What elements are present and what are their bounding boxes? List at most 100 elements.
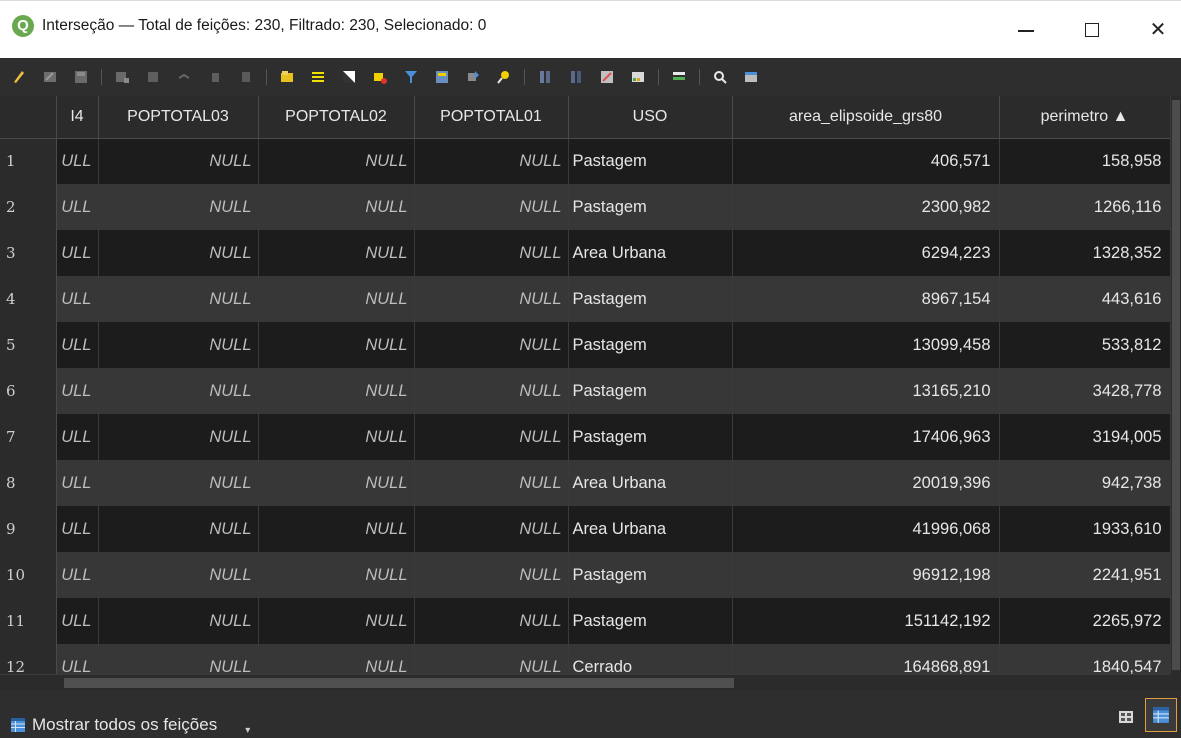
table-cell-uso[interactable]: Pastagem — [568, 552, 733, 598]
column-header[interactable]: POPTOTAL01 — [414, 96, 569, 139]
table-cell-perimetro[interactable]: 1840,547 — [999, 644, 1170, 674]
table-cell[interactable]: NULL — [98, 322, 259, 368]
table-cell-uso[interactable]: Pastagem — [568, 368, 733, 414]
table-cell[interactable]: NULL — [98, 230, 259, 276]
table-cell[interactable]: NULL — [258, 460, 415, 506]
table-cell[interactable]: NULL — [414, 138, 569, 184]
table-cell-uso[interactable]: Pastagem — [568, 598, 733, 644]
dock-table-icon[interactable] — [740, 66, 762, 88]
table-cell-area[interactable]: 41996,068 — [732, 506, 1000, 552]
select-all-icon[interactable] — [307, 66, 329, 88]
table-cell-uso[interactable]: Area Urbana — [568, 460, 733, 506]
table-cell[interactable]: NULL — [98, 368, 259, 414]
invert-selection-icon[interactable] — [338, 66, 360, 88]
delete-field-icon[interactable] — [565, 66, 587, 88]
table-cell-perimetro[interactable]: 2265,972 — [999, 598, 1170, 644]
table-cell[interactable]: NULL — [258, 506, 415, 552]
table-cell[interactable]: NULL — [414, 368, 569, 414]
delete-feature-icon[interactable] — [204, 66, 226, 88]
table-row[interactable]: 11 ULL NULL NULL NULL Pastagem 151142,192 2265,… — [0, 598, 1170, 644]
table-cell-uso[interactable]: Pastagem — [568, 184, 733, 230]
field-calculator-icon[interactable] — [596, 66, 618, 88]
deselect-all-icon[interactable] — [369, 66, 391, 88]
table-cell[interactable]: NULL — [414, 460, 569, 506]
table-cell[interactable]: ULL — [56, 138, 99, 184]
conditional-formatting-icon[interactable] — [627, 66, 649, 88]
table-cell[interactable]: NULL — [258, 138, 415, 184]
table-cell[interactable]: NULL — [98, 414, 259, 460]
row-number[interactable]: 7 — [0, 414, 57, 460]
table-cell[interactable]: ULL — [56, 414, 99, 460]
table-cell[interactable]: ULL — [56, 368, 99, 414]
table-cell[interactable]: NULL — [258, 368, 415, 414]
table-row[interactable]: 4 ULL NULL NULL NULL Pastagem 8967,154 443,616 — [0, 276, 1170, 322]
column-header[interactable]: area_elipsoide_grs80 — [732, 96, 1000, 139]
table-cell-area[interactable]: 151142,192 — [732, 598, 1000, 644]
pan-to-selection-icon[interactable] — [462, 66, 484, 88]
expression-select-icon[interactable] — [276, 66, 298, 88]
row-number[interactable]: 10 — [0, 552, 57, 598]
table-cell-area[interactable]: 13165,210 — [732, 368, 1000, 414]
table-cell[interactable]: NULL — [98, 552, 259, 598]
pencil-icon[interactable] — [8, 66, 30, 88]
table-cell[interactable]: NULL — [98, 184, 259, 230]
new-field-icon[interactable] — [534, 66, 556, 88]
table-cell[interactable]: ULL — [56, 322, 99, 368]
table-cell[interactable]: NULL — [258, 598, 415, 644]
table-cell[interactable]: ULL — [56, 276, 99, 322]
minimize-button[interactable] — [1003, 1, 1049, 59]
table-cell[interactable]: NULL — [258, 414, 415, 460]
table-cell-area[interactable]: 2300,982 — [732, 184, 1000, 230]
table-cell[interactable]: NULL — [258, 552, 415, 598]
row-number[interactable]: 2 — [0, 184, 57, 230]
row-number[interactable]: 9 — [0, 506, 57, 552]
filter-icon[interactable] — [400, 66, 422, 88]
row-header-corner[interactable] — [0, 96, 57, 139]
feature-filter-button[interactable]: Mostrar todos os feições ▾ — [10, 712, 250, 738]
table-row[interactable]: 9 ULL NULL NULL NULL Area Urbana 41996,068 1933… — [0, 506, 1170, 552]
table-cell[interactable]: NULL — [414, 598, 569, 644]
row-number[interactable]: 4 — [0, 276, 57, 322]
row-number[interactable]: 3 — [0, 230, 57, 276]
table-cell-perimetro[interactable]: 533,812 — [999, 322, 1170, 368]
vertical-scrollbar[interactable] — [1170, 96, 1181, 674]
table-cell[interactable]: NULL — [98, 506, 259, 552]
column-header[interactable]: POPTOTAL02 — [258, 96, 415, 139]
column-header[interactable]: USO — [568, 96, 733, 139]
table-cell-area[interactable]: 96912,198 — [732, 552, 1000, 598]
table-cell[interactable]: NULL — [258, 230, 415, 276]
table-cell[interactable]: NULL — [258, 322, 415, 368]
table-cell-uso[interactable]: Pastagem — [568, 414, 733, 460]
save-edits-icon[interactable] — [70, 66, 92, 88]
table-cell[interactable]: ULL — [56, 598, 99, 644]
table-cell-perimetro[interactable]: 443,616 — [999, 276, 1170, 322]
table-cell-uso[interactable]: Pastagem — [568, 322, 733, 368]
table-cell-area[interactable]: 406,571 — [732, 138, 1000, 184]
horizontal-scrollbar[interactable] — [0, 674, 1170, 690]
table-cell[interactable]: NULL — [414, 322, 569, 368]
table-cell[interactable]: ULL — [56, 644, 99, 674]
paste-feature-icon[interactable] — [173, 66, 195, 88]
table-cell[interactable]: NULL — [98, 276, 259, 322]
row-number[interactable]: 5 — [0, 322, 57, 368]
table-cell[interactable]: NULL — [414, 184, 569, 230]
table-cell-perimetro[interactable]: 3428,778 — [999, 368, 1170, 414]
table-cell[interactable]: ULL — [56, 230, 99, 276]
table-row[interactable]: 2 ULL NULL NULL NULL Pastagem 2300,982 1266,116 — [0, 184, 1170, 230]
table-row[interactable]: 8 ULL NULL NULL NULL Area Urbana 20019,396 942,… — [0, 460, 1170, 506]
table-cell-perimetro[interactable]: 1328,352 — [999, 230, 1170, 276]
table-row[interactable]: 12 ULL NULL NULL NULL Cerrado 164868,891 1840,5… — [0, 644, 1170, 674]
table-row[interactable]: 3 ULL NULL NULL NULL Area Urbana 6294,223 1328,… — [0, 230, 1170, 276]
table-cell-area[interactable]: 8967,154 — [732, 276, 1000, 322]
row-number[interactable]: 11 — [0, 598, 57, 644]
column-header[interactable]: perimetro ▲ — [999, 96, 1170, 139]
table-cell-perimetro[interactable]: 2241,951 — [999, 552, 1170, 598]
table-row[interactable]: 5 ULL NULL NULL NULL Pastagem 13099,458 533,812 — [0, 322, 1170, 368]
table-cell[interactable]: NULL — [98, 138, 259, 184]
actions-icon[interactable] — [709, 66, 731, 88]
row-number[interactable]: 8 — [0, 460, 57, 506]
table-cell[interactable]: ULL — [56, 552, 99, 598]
table-row[interactable]: 6 ULL NULL NULL NULL Pastagem 13165,210 3428,77… — [0, 368, 1170, 414]
add-feature-icon[interactable] — [142, 66, 164, 88]
organize-columns-icon[interactable] — [668, 66, 690, 88]
